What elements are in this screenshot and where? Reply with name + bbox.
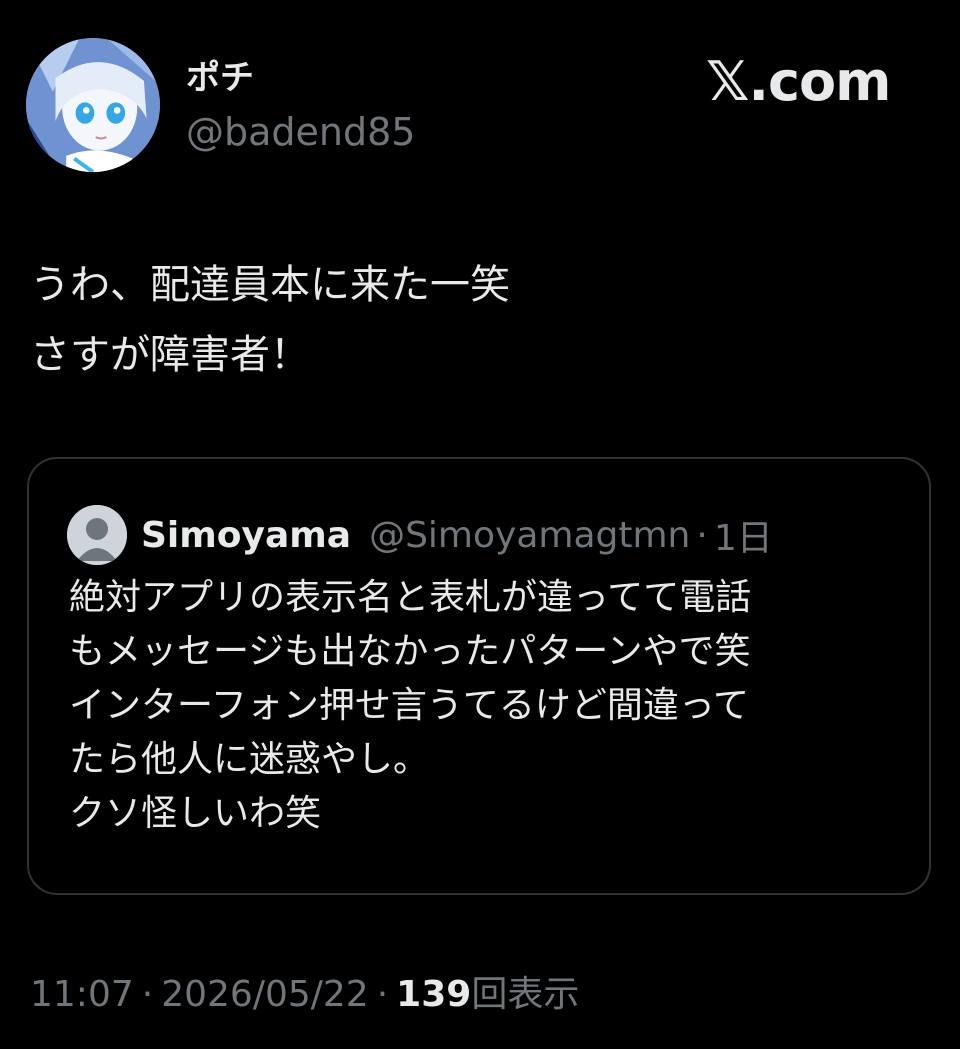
quote-text-line: 絶対アプリの表示名と表札が違ってて電話 xyxy=(69,577,752,618)
quote-text-line: もメッセージも出なかったパターンやで笑 xyxy=(69,631,751,672)
meta-separator: · xyxy=(141,974,154,1015)
quote-text-line: インターフォン押せ言うてるけど間違って xyxy=(69,685,750,726)
quote-author-handle[interactable]: @Simoyamagtmn xyxy=(369,515,690,556)
default-user-icon xyxy=(67,505,127,565)
x-com-logo: 𝕏.com xyxy=(706,50,891,113)
quoted-tweet-card[interactable]: Simoyama @Simoyamagtmn · 1日 絶対アプリの表示名と表札… xyxy=(27,457,931,895)
author-display-name[interactable]: ポチ xyxy=(186,58,254,98)
anime-avatar-icon xyxy=(26,38,160,172)
quote-text-line: たら他人に迷惑やし。 xyxy=(69,739,430,780)
quote-avatar xyxy=(67,505,127,565)
quote-timestamp[interactable]: 1日 xyxy=(714,509,773,561)
meta-separator: · xyxy=(376,974,389,1015)
tweet-metadata: 11:07 · 2026/05/22 · 139回表示 xyxy=(30,970,579,1020)
tweet-text: うわ、配達員本に来た一笑 さすが障害者！ xyxy=(30,250,910,390)
tweet-date[interactable]: 2026/05/22 xyxy=(161,974,369,1015)
quote-separator: · xyxy=(696,514,708,556)
tweet-text-line: うわ、配達員本に来た一笑 xyxy=(30,262,510,308)
views-count: 139 xyxy=(396,974,472,1015)
quote-text: 絶対アプリの表示名と表札が違ってて電話 もメッセージも出なかったパターンやで笑 … xyxy=(69,571,919,841)
tweet-time[interactable]: 11:07 xyxy=(30,974,134,1015)
quote-header: Simoyama @Simoyamagtmn · 1日 xyxy=(141,505,773,565)
tweet-text-line: さすが障害者！ xyxy=(30,332,310,378)
quote-author-name[interactable]: Simoyama xyxy=(141,515,351,556)
author-handle[interactable]: @badend85 xyxy=(186,110,415,154)
author-avatar[interactable] xyxy=(26,38,160,172)
views-label: 回表示 xyxy=(471,974,580,1015)
quote-text-line: クソ怪しいわ笑 xyxy=(69,793,322,834)
